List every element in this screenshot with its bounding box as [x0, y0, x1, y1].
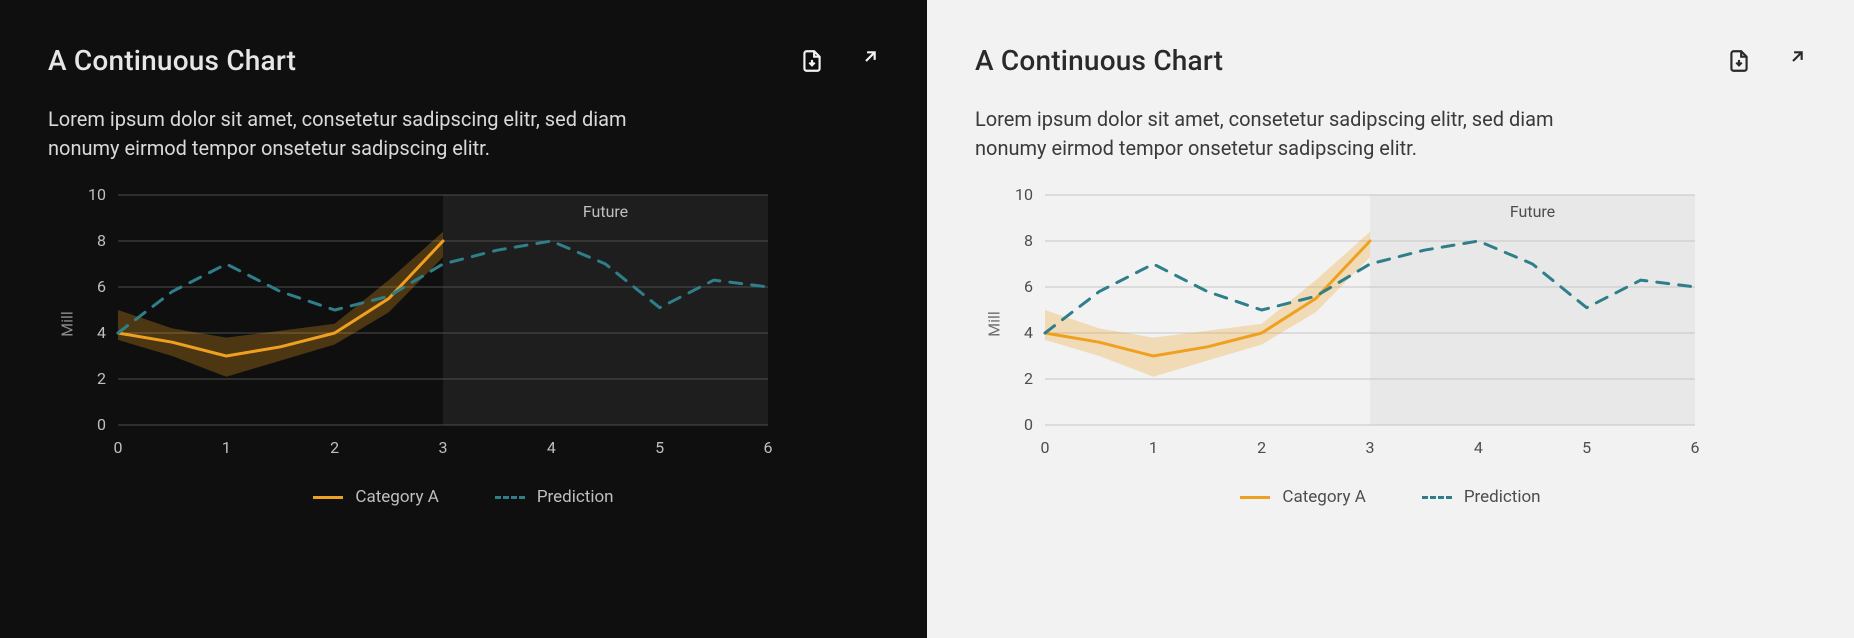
legend-item-prediction[interactable]: Prediction [495, 487, 614, 507]
future-region-label: Future [1510, 202, 1555, 221]
expand-icon[interactable] [1780, 48, 1806, 74]
header-actions [1726, 44, 1806, 74]
y-tick-label: 6 [1024, 277, 1033, 296]
x-tick-label: 2 [1257, 438, 1266, 457]
y-tick-label: 8 [97, 231, 106, 250]
legend-label: Category A [355, 487, 438, 507]
expand-icon[interactable] [853, 48, 879, 74]
x-tick-label: 4 [547, 438, 556, 457]
x-tick-label: 0 [114, 438, 123, 457]
chart-description: Lorem ipsum dolor sit amet, consetetur s… [975, 105, 1615, 163]
y-tick-label: 0 [97, 415, 106, 434]
line-chart: Future02468100123456 [1003, 189, 1703, 459]
x-tick-label: 0 [1041, 438, 1050, 457]
y-tick-label: 10 [88, 185, 106, 204]
series-a-confidence-band [1045, 232, 1370, 377]
legend-label: Category A [1282, 487, 1365, 507]
y-axis-label: Mill [984, 311, 1003, 337]
future-region [443, 195, 768, 425]
download-file-icon[interactable] [1726, 48, 1752, 74]
legend-swatch-solid [1240, 496, 1270, 499]
legend-swatch-dashed [495, 496, 525, 499]
x-tick-label: 5 [655, 438, 664, 457]
line-chart: Future02468100123456 [76, 189, 776, 459]
legend-item-category-a[interactable]: Category A [313, 487, 438, 507]
chart-title: A Continuous Chart [975, 44, 1223, 77]
future-region [1370, 195, 1695, 425]
y-tick-label: 2 [1024, 369, 1033, 388]
y-tick-label: 10 [1015, 185, 1033, 204]
header-actions [799, 44, 879, 74]
y-tick-label: 2 [97, 369, 106, 388]
chart-area: Mill Future02468100123456 [1003, 189, 1806, 459]
dark-panel: A Continuous Chart Lorem ipsum dolor sit… [0, 0, 927, 638]
legend-item-category-a[interactable]: Category A [1240, 487, 1365, 507]
legend-swatch-solid [313, 496, 343, 499]
y-tick-label: 4 [1024, 323, 1033, 342]
x-tick-label: 4 [1474, 438, 1483, 457]
series-a-confidence-band [118, 232, 443, 377]
legend: Category A Prediction [975, 487, 1806, 507]
x-tick-label: 5 [1582, 438, 1591, 457]
x-tick-label: 6 [764, 438, 773, 457]
y-tick-label: 8 [1024, 231, 1033, 250]
y-tick-label: 6 [97, 277, 106, 296]
x-tick-label: 3 [1366, 438, 1375, 457]
legend-swatch-dashed [1422, 496, 1452, 499]
download-file-icon[interactable] [799, 48, 825, 74]
y-axis-label: Mill [57, 311, 76, 337]
header: A Continuous Chart [975, 44, 1806, 77]
chart-title: A Continuous Chart [48, 44, 296, 77]
light-panel: A Continuous Chart Lorem ipsum dolor sit… [927, 0, 1854, 638]
header: A Continuous Chart [48, 44, 879, 77]
legend: Category A Prediction [48, 487, 879, 507]
legend-label: Prediction [1464, 487, 1541, 507]
x-tick-label: 6 [1691, 438, 1700, 457]
x-tick-label: 3 [439, 438, 448, 457]
legend-label: Prediction [537, 487, 614, 507]
future-region-label: Future [583, 202, 628, 221]
x-tick-label: 1 [222, 438, 231, 457]
chart-description: Lorem ipsum dolor sit amet, consetetur s… [48, 105, 688, 163]
y-tick-label: 4 [97, 323, 106, 342]
x-tick-label: 1 [1149, 438, 1158, 457]
y-tick-label: 0 [1024, 415, 1033, 434]
chart-area: Mill Future02468100123456 [76, 189, 879, 459]
x-tick-label: 2 [330, 438, 339, 457]
legend-item-prediction[interactable]: Prediction [1422, 487, 1541, 507]
